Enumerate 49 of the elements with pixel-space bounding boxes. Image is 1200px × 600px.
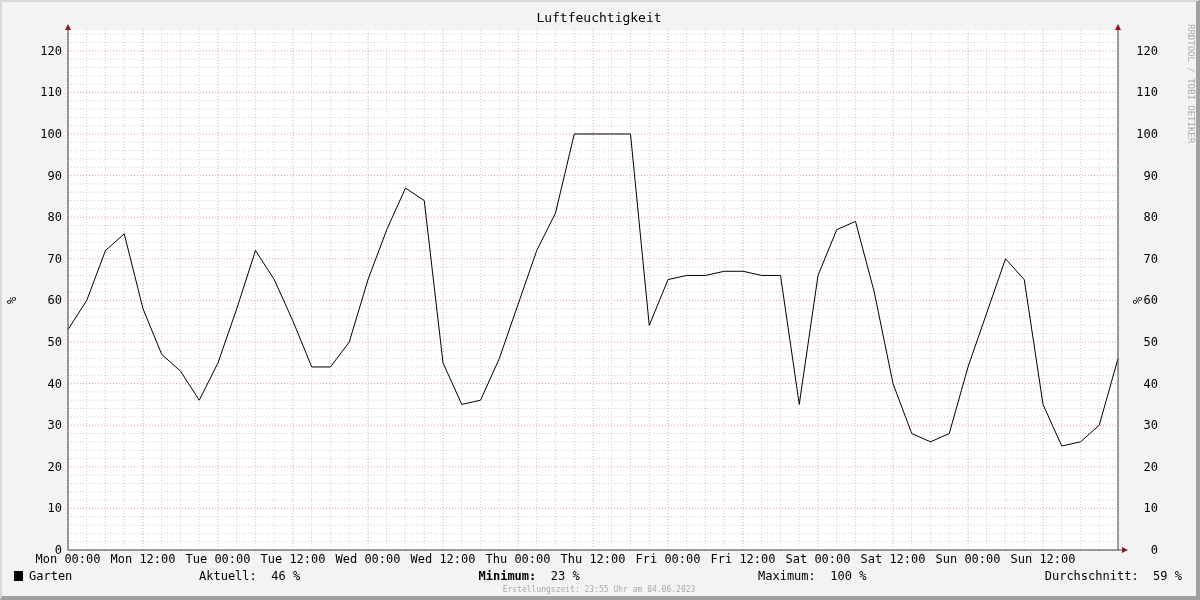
- y-tick-label: 90: [47, 168, 62, 183]
- y-tick-label: 100: [1136, 127, 1158, 141]
- legend-stat: Aktuell: 46 %: [199, 570, 301, 582]
- x-tick-label: Tue 12:00: [260, 552, 326, 566]
- y-tick-label: 30: [1143, 418, 1158, 433]
- y-tick-label: 70: [47, 251, 62, 266]
- y-tick-label: 110: [40, 85, 62, 100]
- y-tick-label: 80: [47, 210, 62, 225]
- x-tick-label: Fri 00:00: [635, 552, 701, 566]
- y-tick-label: 20: [1143, 459, 1158, 474]
- x-tick-label: Sun 12:00: [1010, 552, 1076, 566]
- y-tick-label: 60: [47, 293, 62, 308]
- footer-text: Erstellungszeit: 23:55 Uhr am 04.06.2023: [502, 586, 696, 594]
- y-tick-label: 90: [1143, 168, 1158, 183]
- y-tick-label: 110: [1136, 85, 1158, 100]
- legend-stat: Durchschnitt: 59 %: [1044, 570, 1182, 582]
- y-axis-label: %: [5, 296, 19, 304]
- y-tick-label: 10: [1143, 501, 1158, 516]
- x-tick-label: Sat 12:00: [860, 552, 926, 566]
- y-axis-label: %: [1131, 296, 1145, 304]
- y-tick-label: 60: [1143, 293, 1158, 308]
- y-tick-label: 40: [47, 376, 62, 391]
- legend-label: Garten: [29, 570, 74, 582]
- y-tick-label: 100: [40, 127, 62, 141]
- y-tick-label: 50: [1143, 335, 1158, 349]
- x-tick-label: Sat 00:00: [785, 552, 851, 566]
- y-tick-label: 0: [54, 543, 62, 557]
- legend-stat: Minimum: 23 %: [478, 570, 580, 582]
- y-tick-label: 10: [47, 501, 62, 516]
- chart-title: Luftfeuchtigkeit: [536, 11, 662, 24]
- x-tick-label: Fri 12:00: [710, 552, 776, 566]
- legend-stat: Maximum: 100 %: [758, 570, 867, 582]
- y-tick-label: 40: [1143, 376, 1158, 391]
- credit-text: RRDTOOL / TOBI OETIKER: [1186, 24, 1196, 144]
- y-tick-label: 30: [47, 418, 62, 433]
- y-tick-label: 120: [40, 43, 62, 58]
- x-tick-label: Wed 12:00: [410, 552, 476, 566]
- y-tick-label: 120: [1136, 43, 1158, 58]
- x-tick-label: Thu 12:00: [560, 552, 626, 566]
- x-tick-label: Sun 00:00: [935, 552, 1001, 566]
- x-tick-label: Wed 00:00: [335, 552, 401, 566]
- y-tick-label: 50: [47, 335, 62, 349]
- x-tick-label: Tue 00:00: [185, 552, 251, 566]
- y-tick-label: 80: [1143, 210, 1158, 225]
- y-tick-label: 0: [1150, 543, 1158, 557]
- y-tick-label: 70: [1143, 251, 1158, 266]
- y-tick-label: 20: [47, 459, 62, 474]
- x-tick-label: Mon 12:00: [110, 552, 176, 566]
- x-tick-label: Thu 00:00: [485, 552, 551, 566]
